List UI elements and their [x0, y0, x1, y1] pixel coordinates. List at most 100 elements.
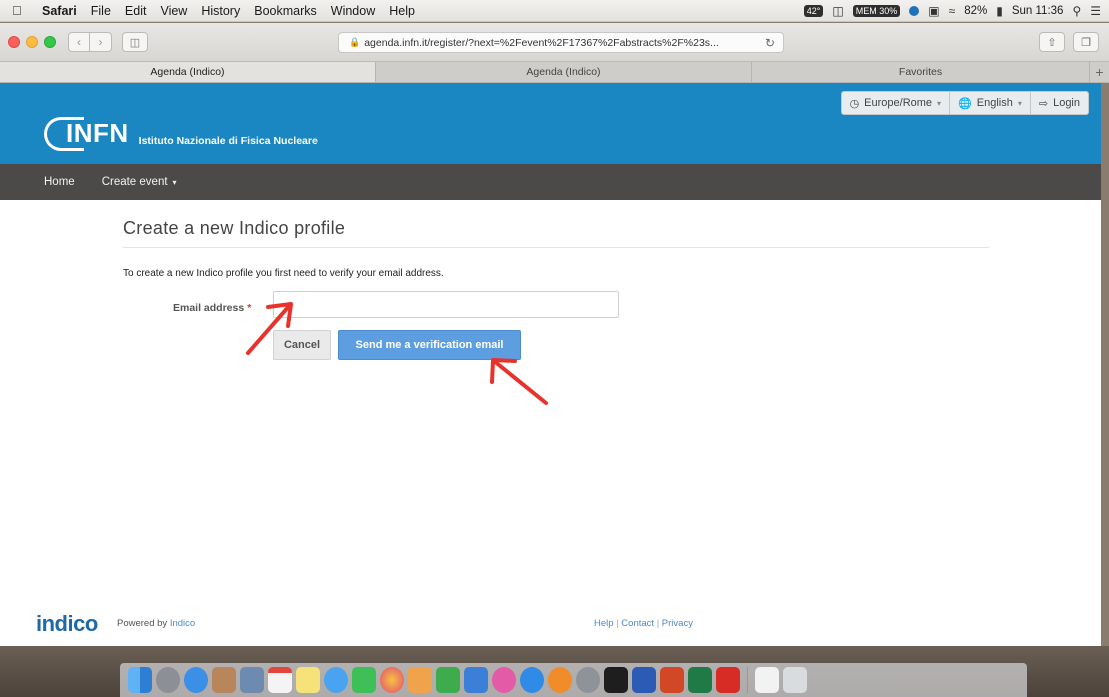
- ibooks-icon[interactable]: [548, 667, 572, 693]
- infn-logo[interactable]: INFN Istituto Nazionale di Fisica Nuclea…: [44, 113, 318, 151]
- url-text: agenda.infn.it/register/?next=%2Fevent%2…: [364, 36, 719, 49]
- acrobat-icon[interactable]: [716, 667, 740, 693]
- messages-icon[interactable]: [324, 667, 348, 693]
- powerpoint-icon[interactable]: [660, 667, 684, 693]
- excel-icon[interactable]: [688, 667, 712, 693]
- privacy-link[interactable]: Privacy: [662, 618, 693, 629]
- lock-icon: 🔒: [349, 37, 361, 47]
- login-label: Login: [1053, 97, 1080, 109]
- footer-links: Help | Contact | Privacy: [594, 618, 693, 629]
- main-nav: Home Create event ▾: [0, 164, 1101, 200]
- tab-overview-button[interactable]: ❐: [1073, 32, 1099, 52]
- status-dot-icon[interactable]: [909, 6, 920, 16]
- caret-down-icon: ▾: [172, 178, 177, 187]
- email-field[interactable]: [273, 291, 619, 318]
- menu-history[interactable]: History: [201, 4, 240, 18]
- indico-logo[interactable]: indico: [36, 611, 98, 637]
- sidebar-icon: ◫: [129, 36, 141, 49]
- contacts-icon[interactable]: [212, 667, 236, 693]
- footer-separator: |: [616, 618, 619, 629]
- apple-icon[interactable]: : [12, 3, 32, 18]
- numbers-icon[interactable]: [436, 667, 460, 693]
- help-link[interactable]: Help: [594, 618, 614, 629]
- toolbar-right-actions: ⇧ ❐: [1039, 32, 1099, 52]
- documents-icon[interactable]: [755, 667, 779, 693]
- nav-home[interactable]: Home: [44, 176, 75, 188]
- menu-app-safari[interactable]: Safari: [42, 4, 77, 18]
- calendar-icon[interactable]: [268, 667, 292, 693]
- system-preferences-icon[interactable]: [576, 667, 600, 693]
- powered-prefix: Powered by: [117, 618, 168, 629]
- facetime-icon[interactable]: [352, 667, 376, 693]
- screen-icon[interactable]: ▣: [928, 4, 939, 18]
- tab-agenda-2[interactable]: Agenda (Indico): [376, 62, 752, 82]
- nav-create-event-label: Create event: [101, 176, 168, 188]
- word-icon[interactable]: [632, 667, 656, 693]
- reload-icon[interactable]: ↻: [765, 36, 775, 50]
- menu-bookmarks[interactable]: Bookmarks: [254, 4, 317, 18]
- chevron-left-icon: ‹: [77, 35, 81, 49]
- preview-icon[interactable]: [240, 667, 264, 693]
- tab-agenda-1[interactable]: Agenda (Indico): [0, 62, 376, 82]
- keynote-icon[interactable]: [464, 667, 488, 693]
- photos-icon[interactable]: [380, 667, 404, 693]
- minimize-window-button[interactable]: [26, 36, 38, 48]
- notification-center-icon[interactable]: ☰: [1090, 4, 1101, 18]
- header-tools: ◷ Europe/Rome ▾ 🌐 English ▾ ⇨ Login: [840, 91, 1089, 115]
- launchpad-icon[interactable]: [156, 667, 180, 693]
- dock-separator: [747, 667, 748, 693]
- tab-favorites[interactable]: Favorites: [752, 62, 1090, 82]
- safari-icon[interactable]: [184, 667, 208, 693]
- macos-dock: [120, 663, 1027, 697]
- spotlight-icon[interactable]: ⚲: [1072, 4, 1081, 18]
- pages-icon[interactable]: [408, 667, 432, 693]
- wifi-icon[interactable]: ≈: [949, 4, 956, 18]
- login-icon: ⇨: [1038, 97, 1049, 110]
- menu-help[interactable]: Help: [389, 4, 415, 18]
- caret-down-icon: ▾: [937, 98, 942, 108]
- timezone-label: Europe/Rome: [864, 97, 933, 109]
- globe-icon: 🌐: [958, 97, 972, 110]
- notes-icon[interactable]: [296, 667, 320, 693]
- login-button[interactable]: ⇨ Login: [1030, 91, 1089, 115]
- page-title: Create a new Indico profile: [123, 218, 989, 248]
- forward-button[interactable]: ›: [90, 32, 112, 52]
- memory-indicator[interactable]: MEM 30%: [852, 5, 901, 17]
- menu-edit[interactable]: Edit: [125, 4, 147, 18]
- menu-file[interactable]: File: [91, 4, 111, 18]
- tab-bar: Agenda (Indico) Agenda (Indico) Favorite…: [0, 61, 1109, 83]
- address-bar[interactable]: 🔒 agenda.infn.it/register/?next=%2Fevent…: [338, 32, 784, 53]
- new-tab-button[interactable]: +: [1090, 62, 1109, 82]
- temperature-indicator[interactable]: 42°: [803, 5, 824, 17]
- terminal-icon[interactable]: [604, 667, 628, 693]
- finder-icon[interactable]: [128, 667, 152, 693]
- window-icon[interactable]: ◫: [832, 4, 843, 18]
- menu-view[interactable]: View: [160, 4, 187, 18]
- itunes-icon[interactable]: [492, 667, 516, 693]
- chevron-right-icon: ›: [98, 35, 103, 49]
- powered-by: Powered by Indico: [117, 618, 195, 629]
- menu-window[interactable]: Window: [331, 4, 375, 18]
- battery-icon[interactable]: ▮: [996, 4, 1003, 18]
- fullscreen-window-button[interactable]: [44, 36, 56, 48]
- sidebar-toggle-button[interactable]: ◫: [122, 32, 148, 52]
- contact-link[interactable]: Contact: [621, 618, 654, 629]
- caret-down-icon: ▾: [1017, 98, 1022, 108]
- battery-percent[interactable]: 82%: [964, 5, 987, 17]
- nav-create-event[interactable]: Create event ▾: [102, 176, 177, 188]
- close-window-button[interactable]: [8, 36, 20, 48]
- infn-subtitle: Istituto Nazionale di Fisica Nucleare: [138, 135, 318, 147]
- back-button[interactable]: ‹: [68, 32, 90, 52]
- web-page: INFN Istituto Nazionale di Fisica Nuclea…: [0, 83, 1101, 646]
- timezone-selector[interactable]: ◷ Europe/Rome ▾: [840, 91, 951, 115]
- powered-by-indico-link[interactable]: Indico: [170, 618, 195, 629]
- browser-toolbar: ‹ › ◫ 🔒 agenda.infn.it/register/?next=%2…: [0, 23, 1109, 61]
- site-footer: indico Powered by Indico Help | Contact …: [0, 603, 1101, 646]
- share-button[interactable]: ⇧: [1039, 32, 1065, 52]
- app-store-icon[interactable]: [520, 667, 544, 693]
- footer-separator: |: [656, 618, 660, 629]
- annotation-arrow-email: [246, 302, 293, 355]
- clock[interactable]: Sun 11:36: [1012, 5, 1064, 17]
- language-selector[interactable]: 🌐 English ▾: [950, 91, 1031, 115]
- trash-icon[interactable]: [783, 667, 807, 693]
